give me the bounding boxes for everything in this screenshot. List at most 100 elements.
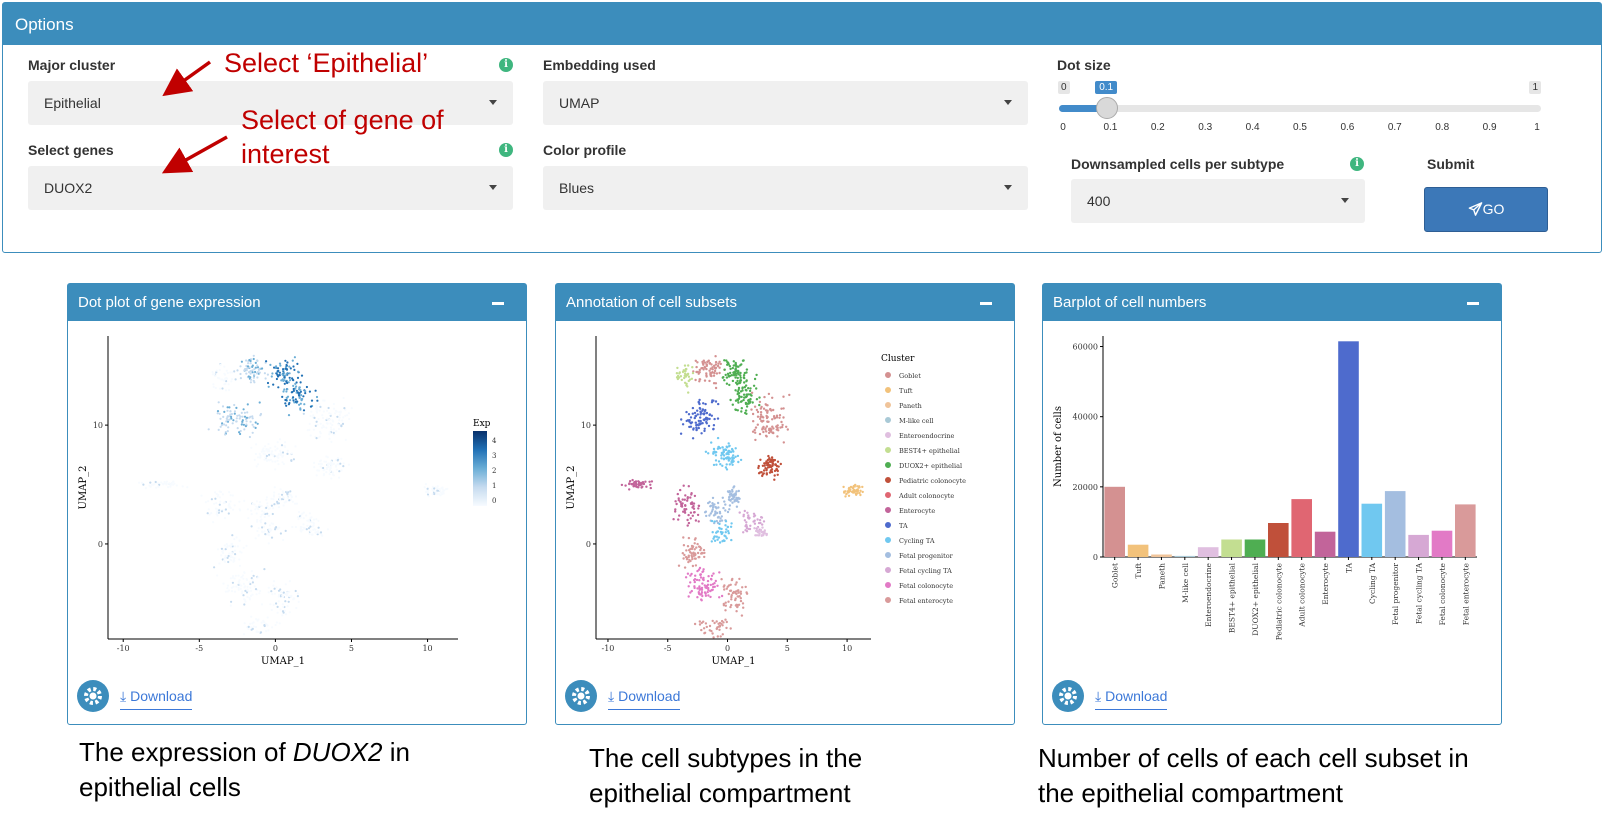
cluster-dot: [739, 597, 742, 600]
dot-size-slider[interactable]: 0 1 0.1 0 0.1 0.2 0.3 0.4 0.5 0.6 0.7 0.8 0.9 1: [1057, 79, 1543, 139]
gear-icon[interactable]: [1052, 680, 1084, 712]
y-tick-label: 10: [581, 421, 591, 430]
downsampled-select[interactable]: 400: [1071, 179, 1365, 223]
expression-dot: [319, 462, 322, 465]
info-icon[interactable]: i: [499, 58, 513, 72]
cluster-dot: [726, 490, 730, 493]
cluster-dot: [727, 592, 730, 596]
collapse-icon[interactable]: [1467, 302, 1479, 305]
expression-dot: [316, 399, 319, 402]
expression-dot: [253, 373, 256, 376]
gear-icon[interactable]: [565, 680, 597, 712]
cluster-dot: [754, 426, 758, 429]
expression-dot: [214, 507, 218, 510]
expression-dot: [279, 488, 282, 491]
bar: [1431, 530, 1453, 557]
cluster-dot: [721, 446, 724, 449]
expression-dot: [223, 517, 227, 520]
expression-dot: [315, 395, 319, 399]
cluster-dot: [698, 585, 701, 588]
expression-dot: [226, 590, 229, 593]
cluster-dot: [736, 376, 739, 380]
expression-dot: [217, 428, 220, 431]
expression-dot: [292, 379, 295, 382]
cluster-dot: [773, 478, 776, 481]
cluster-dot: [734, 583, 737, 586]
expression-dot: [303, 403, 306, 406]
embedding-select[interactable]: UMAP: [543, 81, 1028, 125]
expression-dot: [262, 619, 265, 622]
expression-dot: [250, 628, 253, 631]
cluster-dot: [702, 418, 705, 421]
cluster-dot: [748, 389, 752, 393]
expression-dot: [229, 577, 232, 580]
cluster-dot: [687, 554, 690, 557]
slider-handle[interactable]: [1096, 97, 1119, 119]
cluster-dot: [691, 564, 695, 568]
cluster-dot: [724, 601, 727, 604]
x-tick-label: Pediatric colonocyte: [1274, 562, 1283, 640]
cluster-dot: [726, 525, 729, 529]
x-tick-label: -10: [602, 644, 615, 653]
go-button[interactable]: GO: [1424, 187, 1548, 232]
cluster-dot: [786, 428, 789, 431]
collapse-icon[interactable]: [492, 302, 504, 305]
expression-dot: [220, 554, 223, 557]
download-link[interactable]: ⤓ Download: [120, 688, 193, 710]
expression-dot: [289, 490, 292, 493]
expression-dot: [281, 610, 285, 613]
slider-track[interactable]: [1059, 105, 1541, 112]
expression-dot: [230, 600, 233, 603]
expression-dot: [234, 553, 237, 556]
x-tick-label: Fetal colonocyte: [1438, 562, 1447, 625]
cluster-dot: [628, 482, 631, 486]
expression-dot: [246, 595, 249, 599]
cluster-dot: [757, 529, 760, 532]
cluster-dot: [712, 514, 716, 517]
select-genes-select[interactable]: DUOX2: [28, 166, 513, 210]
cluster-dot: [712, 424, 716, 427]
download-link[interactable]: ⤓ Download: [608, 688, 681, 710]
cluster-dot: [749, 524, 752, 527]
cluster-dot: [697, 400, 700, 404]
cluster-dot: [752, 420, 755, 423]
expression-dot: [294, 525, 297, 529]
expression-dot: [249, 372, 252, 375]
expression-dot: [238, 558, 241, 561]
expression-dot: [230, 417, 233, 420]
gear-icon[interactable]: [77, 680, 109, 712]
expression-dot: [251, 417, 254, 420]
info-icon[interactable]: i: [499, 143, 513, 157]
expression-dot: [279, 532, 282, 535]
cluster-dot: [734, 455, 737, 458]
expression-dot: [144, 487, 147, 490]
expression-dot: [330, 460, 333, 463]
expression-dot: [216, 412, 219, 415]
color-profile-select[interactable]: Blues: [543, 166, 1028, 210]
collapse-icon[interactable]: [980, 302, 992, 305]
cluster-dot: [753, 428, 756, 432]
cluster-dot: [720, 594, 724, 598]
cluster-dot: [711, 508, 714, 511]
y-tick-label: 0: [1093, 553, 1098, 562]
expression-dot: [230, 551, 233, 554]
x-tick-label: Adult colonocyte: [1298, 562, 1307, 627]
expression-dot: [277, 502, 280, 505]
info-icon[interactable]: i: [1350, 157, 1364, 171]
bar: [1221, 539, 1242, 557]
expression-dot: [250, 615, 253, 618]
cluster-dot: [703, 584, 706, 587]
bar: [1291, 499, 1312, 557]
cluster-dot: [861, 485, 864, 489]
cluster-dot: [686, 499, 689, 502]
cluster-dot: [702, 548, 706, 552]
expression-dot: [347, 463, 350, 466]
cluster-dot: [631, 478, 634, 482]
cluster-dot: [685, 410, 688, 414]
expression-dot: [308, 512, 311, 515]
cluster-dot: [753, 522, 757, 525]
legend-label: Fetal cycling TA: [899, 567, 952, 575]
expression-dot: [274, 528, 277, 531]
cluster-dot: [742, 374, 746, 377]
download-link[interactable]: ⤓ Download: [1095, 688, 1168, 710]
